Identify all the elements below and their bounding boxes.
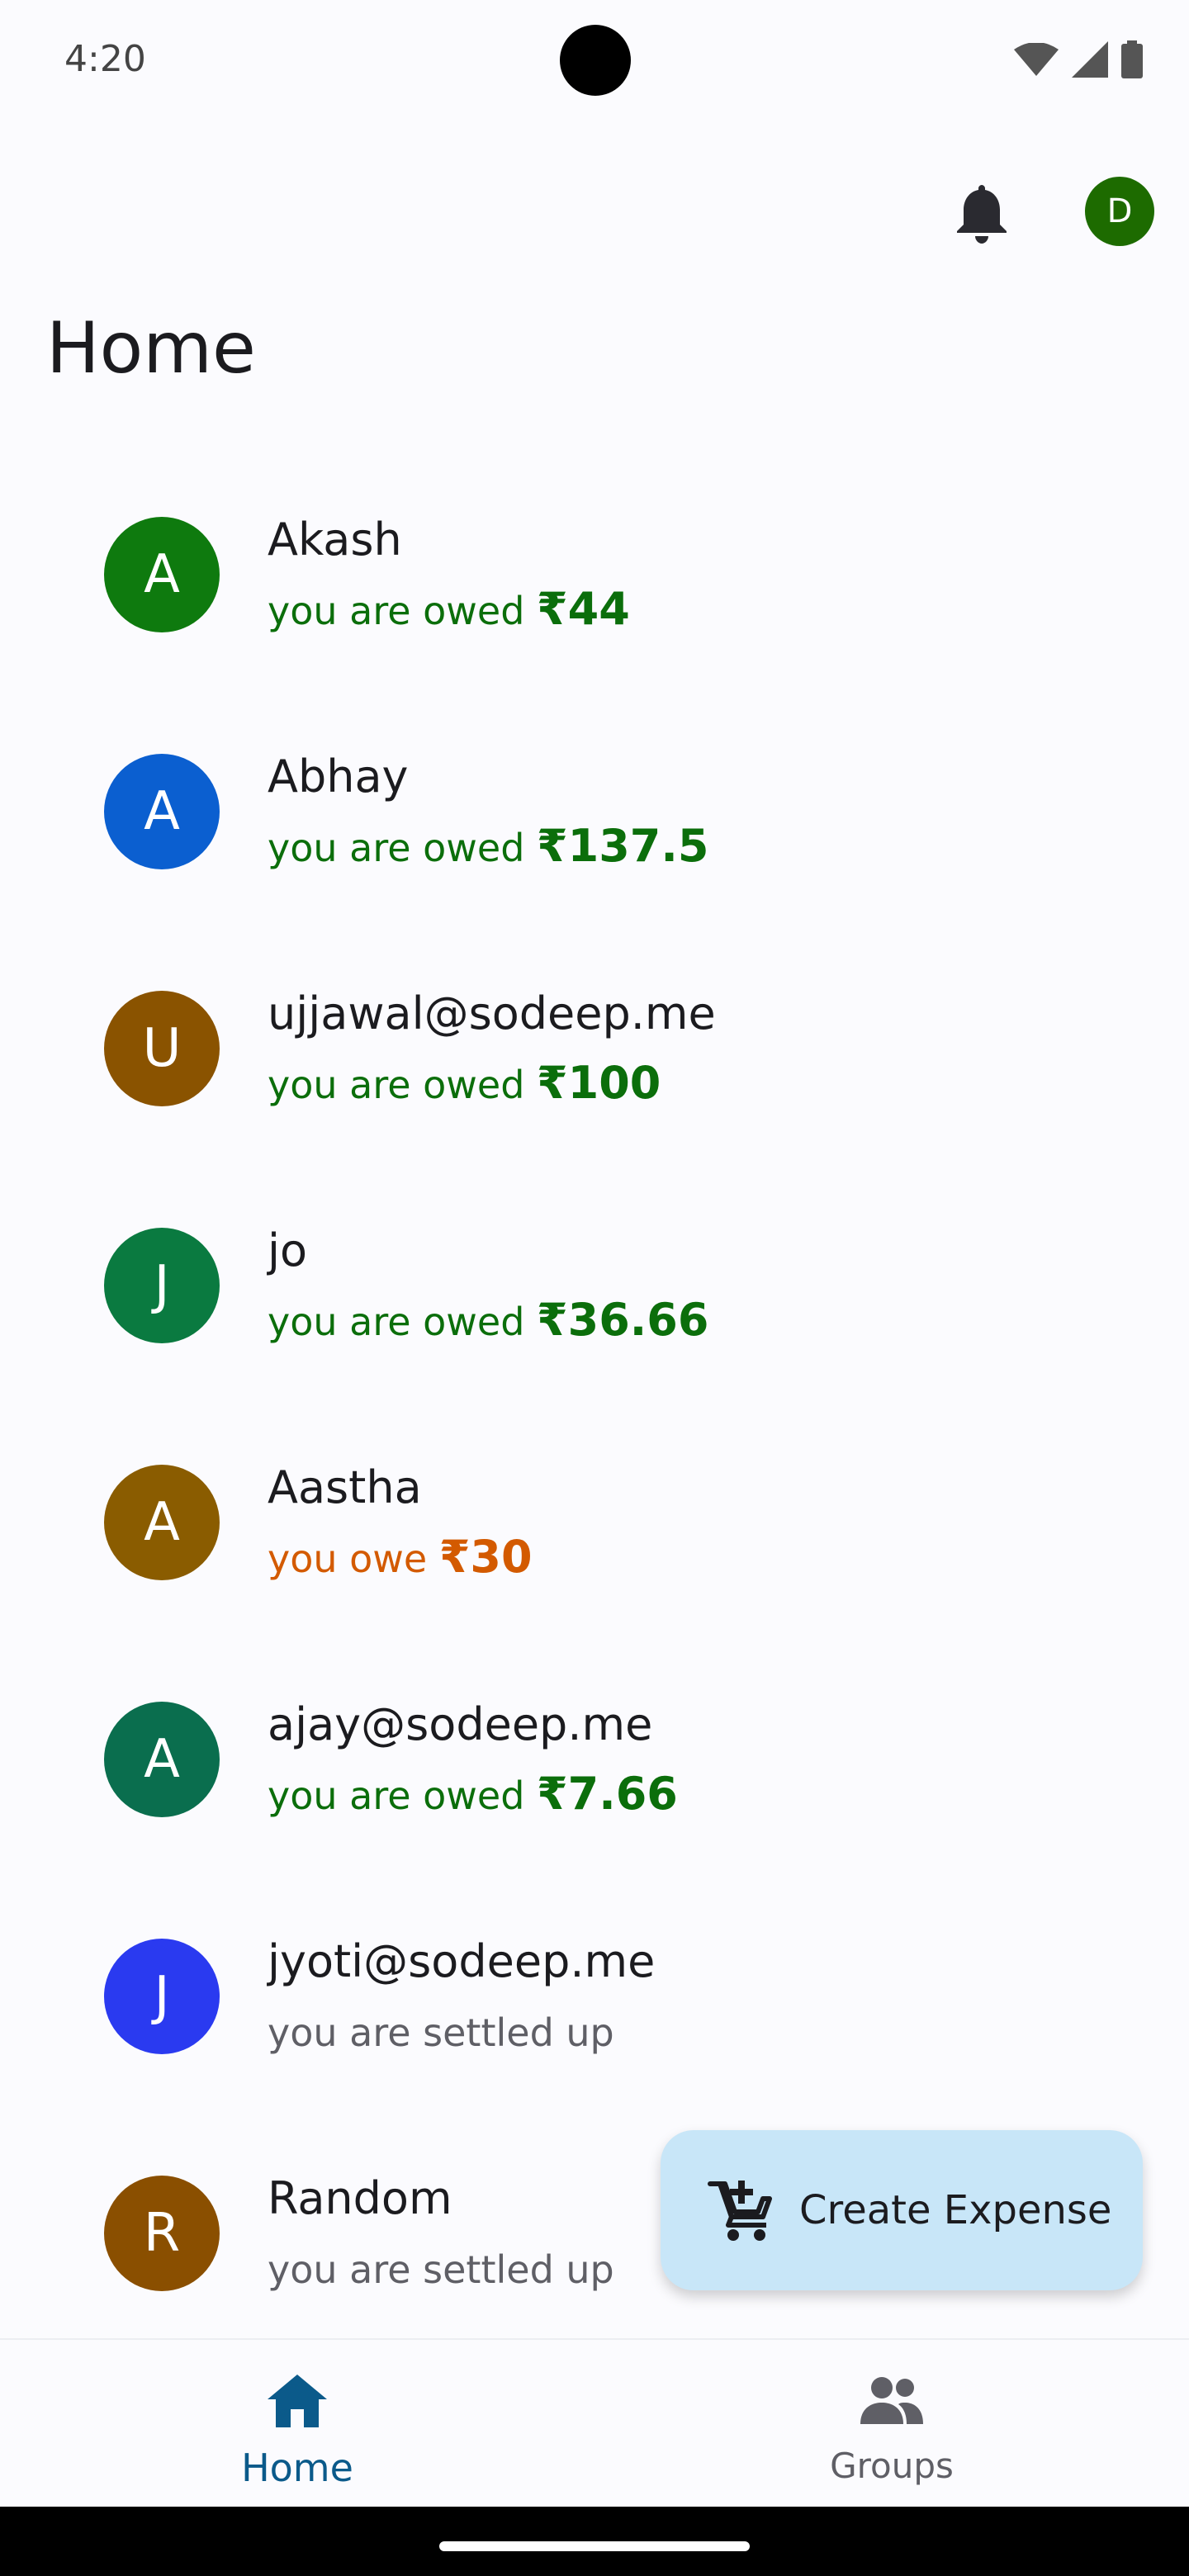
avatar: R	[104, 2176, 220, 2291]
avatar-initial: J	[154, 1255, 170, 1316]
balance-amount: ₹137.5	[537, 820, 709, 872]
groups-icon	[860, 2377, 923, 2424]
list-item[interactable]: J jo you are owed ₹36.66	[0, 1170, 1189, 1407]
balance-text: you owe	[268, 1537, 439, 1581]
balance-text: you are owed	[268, 1063, 538, 1107]
avatar: U	[104, 991, 220, 1106]
friend-list: A Akash you are owed ₹44 A Abhay you are…	[0, 459, 1189, 2355]
balance-status: you are owed ₹7.66	[268, 1768, 678, 1820]
nav-item-groups[interactable]: Groups	[594, 2340, 1189, 2508]
avatar: J	[104, 1939, 220, 2054]
balance-status: you are settled up	[268, 2005, 614, 2057]
friend-name: Akash	[268, 514, 402, 566]
status-icons	[1014, 40, 1143, 79]
nav-groups-label: Groups	[830, 2446, 954, 2486]
balance-amount: ₹7.66	[537, 1768, 678, 1820]
avatar: A	[104, 1465, 220, 1580]
status-bar: 4:20	[0, 0, 1189, 116]
create-expense-label: Create Expense	[799, 2187, 1112, 2233]
balance-text: you are owed	[268, 1300, 538, 1344]
avatar-initial: J	[154, 1966, 170, 2027]
list-item[interactable]: J jyoti@sodeep.me you are settled up	[0, 1881, 1189, 2118]
avatar: J	[104, 1228, 220, 1343]
balance-status: you are owed ₹137.5	[268, 820, 708, 872]
balance-status: you owe ₹30	[268, 1531, 533, 1583]
balance-text: you are owed	[268, 826, 538, 870]
nav-home-label: Home	[241, 2446, 353, 2490]
profile-initial: D	[1106, 192, 1133, 230]
battery-icon	[1121, 40, 1143, 78]
balance-amount: ₹44	[537, 583, 630, 635]
list-item[interactable]: A Abhay you are owed ₹137.5	[0, 696, 1189, 933]
avatar: A	[104, 754, 220, 869]
avatar-initial: R	[143, 2203, 181, 2264]
home-icon	[268, 2375, 327, 2427]
friend-name: jyoti@sodeep.me	[268, 1935, 656, 1987]
friend-name: ajay@sodeep.me	[268, 1698, 653, 1750]
create-expense-button[interactable]: Create Expense	[661, 2130, 1143, 2290]
list-item[interactable]: A Akash you are owed ₹44	[0, 459, 1189, 696]
balance-amount: ₹30	[438, 1531, 533, 1583]
balance-status: you are owed ₹100	[268, 1057, 661, 1109]
balance-status: you are owed ₹44	[268, 583, 630, 635]
friend-name: Aastha	[268, 1461, 422, 1513]
avatar-initial: A	[144, 544, 180, 605]
friend-name: jo	[268, 1224, 308, 1276]
avatar-initial: A	[144, 781, 180, 842]
list-item[interactable]: A Aastha you owe ₹30	[0, 1407, 1189, 1644]
avatar: A	[104, 517, 220, 632]
avatar-initial: A	[144, 1729, 180, 1790]
notifications-bell-icon[interactable]	[953, 182, 1011, 244]
cellular-signal-icon	[1072, 41, 1108, 78]
add-shopping-cart-icon	[708, 2181, 772, 2241]
balance-text: you are settled up	[268, 2247, 614, 2292]
avatar: A	[104, 1702, 220, 1817]
balance-text: you are settled up	[268, 2010, 614, 2055]
wifi-icon	[1014, 43, 1059, 76]
gesture-handle[interactable]	[439, 2541, 750, 2551]
gesture-bar	[0, 2507, 1189, 2576]
balance-status: you are settled up	[268, 2242, 614, 2294]
list-item[interactable]: A ajay@sodeep.me you are owed ₹7.66	[0, 1644, 1189, 1881]
friend-name: Abhay	[268, 751, 409, 803]
camera-cutout	[560, 25, 631, 96]
list-item[interactable]: U ujjawal@sodeep.me you are owed ₹100	[0, 933, 1189, 1170]
balance-text: you are owed	[268, 1773, 538, 1818]
status-time: 4:20	[64, 38, 146, 80]
balance-amount: ₹36.66	[537, 1294, 709, 1346]
balance-status: you are owed ₹36.66	[268, 1294, 708, 1346]
avatar-initial: A	[144, 1492, 180, 1553]
avatar-initial: U	[142, 1018, 182, 1079]
profile-avatar[interactable]: D	[1085, 177, 1154, 246]
friend-name: Random	[268, 2172, 452, 2224]
bottom-navigation: Home Groups	[0, 2338, 1189, 2507]
page-title: Home	[46, 307, 256, 390]
balance-amount: ₹100	[537, 1057, 661, 1109]
friend-name: ujjawal@sodeep.me	[268, 987, 716, 1039]
nav-item-home[interactable]: Home	[0, 2340, 594, 2508]
balance-text: you are owed	[268, 589, 538, 633]
